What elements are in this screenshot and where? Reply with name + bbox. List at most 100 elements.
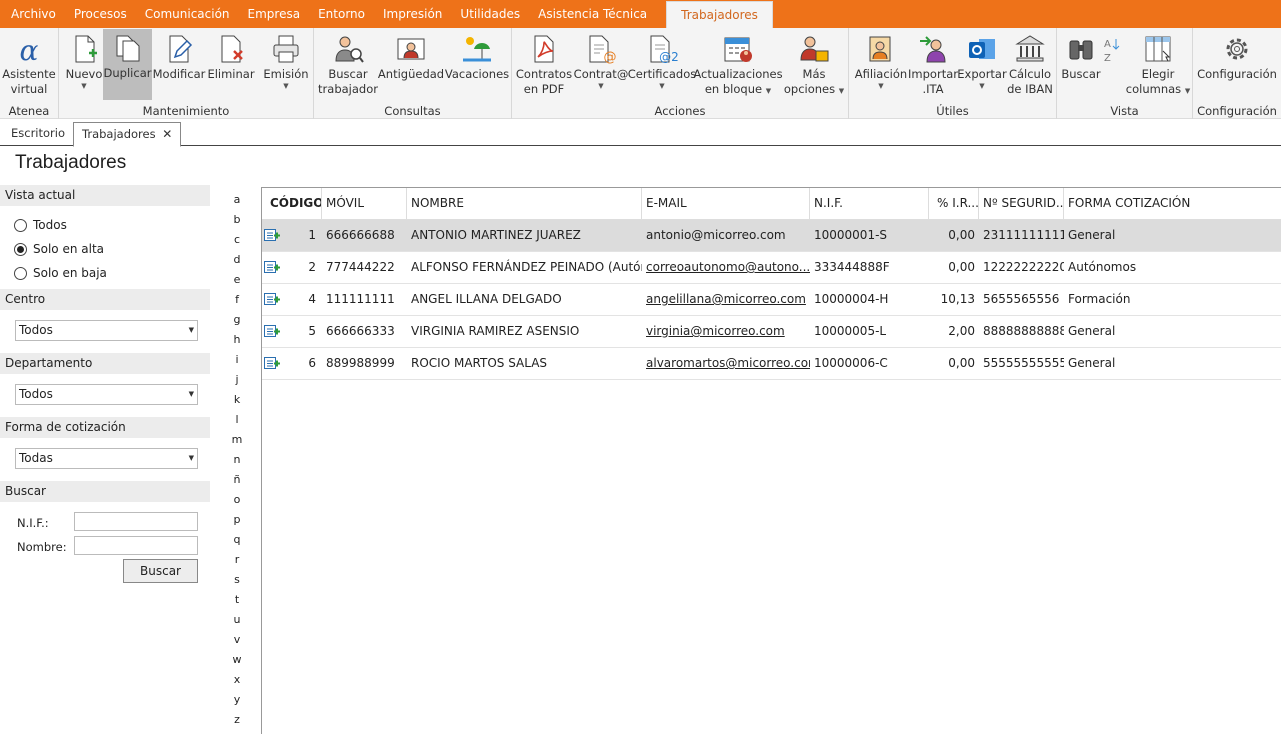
cell-email[interactable]: angelillana@micorreo.com xyxy=(642,284,810,315)
duplicar-button[interactable]: Duplicar xyxy=(103,29,152,100)
alphabet-letter[interactable]: q xyxy=(230,530,244,550)
alphabet-letter[interactable]: e xyxy=(230,270,244,290)
menu-utilidades[interactable]: Utilidades xyxy=(451,0,529,28)
radio-todos[interactable]: Todos xyxy=(14,218,67,232)
alphabet-letter[interactable]: ñ xyxy=(230,470,244,490)
alphabet-letter[interactable]: x xyxy=(230,670,244,690)
menu-procesos[interactable]: Procesos xyxy=(65,0,136,28)
eliminar-button[interactable]: Eliminar xyxy=(207,30,255,100)
alphabet-letter[interactable]: w xyxy=(230,650,244,670)
alphabet-letter[interactable]: r xyxy=(230,550,244,570)
chevron-down-icon: ▼ xyxy=(878,82,884,90)
asistente-virtual-button[interactable]: α Asistente virtual xyxy=(2,30,56,100)
mas-opciones-button[interactable]: Más opciones ▼ xyxy=(784,30,844,100)
menu-archivo[interactable]: Archivo xyxy=(2,0,65,28)
alphabet-letter[interactable]: t xyxy=(230,590,244,610)
nombre-input[interactable] xyxy=(74,536,198,555)
menu-empresa[interactable]: Empresa xyxy=(239,0,310,28)
import-user-icon xyxy=(920,36,946,63)
column-header-nombre[interactable]: NOMBRE xyxy=(407,188,642,220)
sort-az-button[interactable]: AZ xyxy=(1101,30,1121,100)
alphabet-letter[interactable]: z xyxy=(230,710,244,730)
tab-escritorio[interactable]: Escritorio xyxy=(3,122,73,146)
alphabet-letter[interactable]: g xyxy=(230,310,244,330)
column-header-movil[interactable]: MÓVIL xyxy=(322,188,407,220)
cell-nif: 10000004-H xyxy=(814,292,889,306)
alphabet-letter[interactable]: s xyxy=(230,570,244,590)
buscar-button[interactable]: Buscar xyxy=(123,559,198,583)
column-header-irpf[interactable]: % I.R.... xyxy=(929,188,979,220)
chevron-down-icon: ▼ xyxy=(1184,87,1191,95)
elegir-columnas-button[interactable]: Elegir columnas ▼ xyxy=(1126,30,1191,100)
radio-solo-en-alta[interactable]: Solo en alta xyxy=(14,242,104,256)
alphabet-letter[interactable]: o xyxy=(230,490,244,510)
certificate-icon: @2 xyxy=(650,35,679,64)
alphabet-letter[interactable]: m xyxy=(230,430,244,450)
alphabet-letter[interactable]: p xyxy=(230,510,244,530)
alphabet-letter[interactable]: f xyxy=(230,290,244,310)
column-header-seguridad-social[interactable]: Nº SEGURID... xyxy=(979,188,1064,220)
alphabet-letter[interactable]: a xyxy=(230,190,244,210)
cell-codigo: 5 xyxy=(308,324,316,338)
certificados-button[interactable]: @2 Certificados ▼ xyxy=(628,30,696,100)
contratos-pdf-button[interactable]: Contratos en PDF xyxy=(516,30,572,100)
alphabet-letter[interactable]: v xyxy=(230,630,244,650)
nif-input[interactable] xyxy=(74,512,198,531)
actualizaciones-bloque-button[interactable]: Actualizaciones en bloque ▼ xyxy=(693,30,783,100)
close-icon[interactable]: ✕ xyxy=(162,127,172,141)
menu-entorno[interactable]: Entorno xyxy=(309,0,374,28)
alphabet-letter[interactable]: l xyxy=(230,410,244,430)
group-configuracion: Configuración Configuración xyxy=(1193,28,1281,119)
alphabet-letter[interactable]: k xyxy=(230,390,244,410)
alphabet-letter[interactable]: y xyxy=(230,690,244,710)
emision-button[interactable]: Emisión ▼ xyxy=(261,30,311,100)
cell-forma: General xyxy=(1068,356,1116,370)
calculo-iban-button[interactable]: Cálculo de IBAN xyxy=(1007,30,1053,100)
column-header-email[interactable]: E-MAIL xyxy=(642,188,810,220)
vacaciones-button[interactable]: Vacaciones xyxy=(445,30,509,100)
group-consultas: Buscar trabajador Antigüedad Vacaciones … xyxy=(314,28,512,119)
radio-solo-en-baja[interactable]: Solo en baja xyxy=(14,266,107,280)
cell-email[interactable]: alvaromartos@micorreo.com xyxy=(642,348,810,379)
nuevo-button[interactable]: Nuevo ▼ xyxy=(63,30,105,100)
alphabet-letter[interactable]: i xyxy=(230,350,244,370)
antiguedad-button[interactable]: Antigüedad xyxy=(378,30,444,100)
alphabet-letter[interactable]: d xyxy=(230,250,244,270)
forma-cotizacion-select[interactable]: Todas ▼ xyxy=(15,448,198,469)
afiliacion-button[interactable]: Afiliación ▼ xyxy=(853,30,909,100)
centro-select[interactable]: Todos ▼ xyxy=(15,320,198,341)
table-row[interactable]: 6 889988999 ROCIO MARTOS SALAS alvaromartos… xyxy=(262,348,1281,380)
column-header-forma-cotizacion[interactable]: FORMA COTIZACIÓN xyxy=(1064,188,1281,220)
table-row[interactable]: 4 111111111 ANGEL ILLANA DELGADO angelillan… xyxy=(262,284,1281,316)
column-header-nif[interactable]: N.I.F. xyxy=(810,188,929,220)
alphabet-letter[interactable]: c xyxy=(230,230,244,250)
configuracion-button[interactable]: Configuración xyxy=(1197,30,1277,100)
menu-bar: Archivo Procesos Comunicación Empresa En… xyxy=(0,0,1281,28)
cell-email[interactable]: virginia@micorreo.com xyxy=(642,316,810,347)
alphabet-letter[interactable]: n xyxy=(230,450,244,470)
tab-trabajadores[interactable]: Trabajadores ✕ xyxy=(73,122,182,147)
cell-email[interactable]: antonio@micorreo.com xyxy=(642,220,810,251)
table-row[interactable]: 1 666666688 ANTONIO MARTINEZ JUAREZ antonio… xyxy=(262,220,1281,252)
buscar-vista-button[interactable]: Buscar xyxy=(1061,30,1101,100)
contrata-button[interactable]: @ Contrat@ ▼ xyxy=(574,30,628,100)
modificar-button[interactable]: Modificar xyxy=(153,30,205,100)
alphabet-letter[interactable]: u xyxy=(230,610,244,630)
table-row[interactable]: 5 666666333 VIRGINIA RAMIREZ ASENSIO virgin… xyxy=(262,316,1281,348)
exportar-button[interactable]: Exportar ▼ xyxy=(957,30,1007,100)
menu-comunicacion[interactable]: Comunicación xyxy=(136,0,239,28)
menu-asistencia-tecnica[interactable]: Asistencia Técnica xyxy=(529,0,656,28)
table-row[interactable]: 2 777444222 ALFONSO FERNÁNDEZ PEINADO (Aut… xyxy=(262,252,1281,284)
buscar-trabajador-button[interactable]: Buscar trabajador xyxy=(318,30,378,100)
row-record-icon xyxy=(264,229,280,241)
menu-impresion[interactable]: Impresión xyxy=(374,0,451,28)
alphabet-letter[interactable]: b xyxy=(230,210,244,230)
menu-trabajadores[interactable]: Trabajadores xyxy=(666,1,773,28)
alphabet-letter[interactable]: j xyxy=(230,370,244,390)
cell-email[interactable]: correoautonomo@autono... xyxy=(642,252,810,283)
departamento-select[interactable]: Todos ▼ xyxy=(15,384,198,405)
importar-ita-button[interactable]: Importar .ITA xyxy=(908,30,958,100)
alphabet-letter[interactable]: h xyxy=(230,330,244,350)
column-header-codigo[interactable]: CÓDIGO xyxy=(266,188,322,220)
gear-icon xyxy=(1226,38,1248,60)
